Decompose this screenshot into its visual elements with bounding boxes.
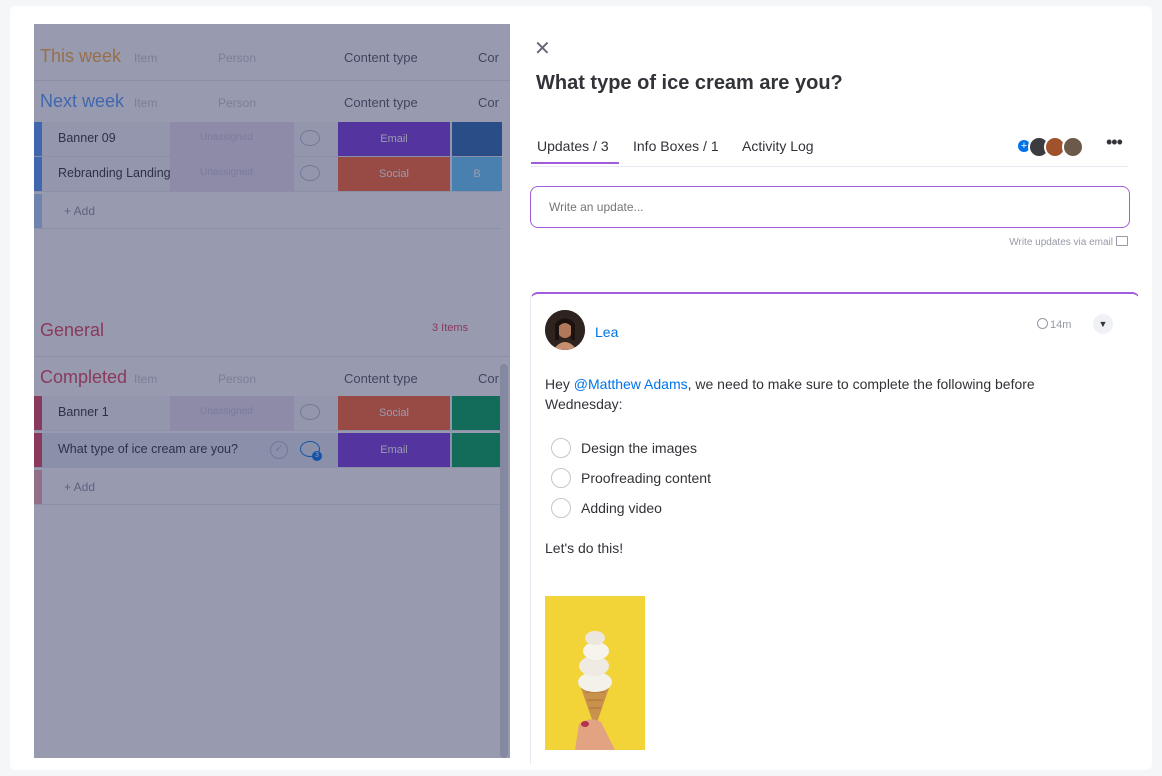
time-label: 14m xyxy=(1050,319,1072,331)
mention-link[interactable]: @Matthew Adams xyxy=(574,376,688,392)
status-cell[interactable]: B xyxy=(452,157,502,191)
item-title[interactable]: What type of ice cream are you? xyxy=(536,72,843,95)
person-label: Unassigned xyxy=(200,167,253,178)
status-cell[interactable] xyxy=(452,396,502,430)
update-count-badge: 3 xyxy=(312,451,322,461)
checkbox[interactable] xyxy=(551,498,571,518)
tab-bar: Updates / 3 Info Boxes / 1 Activity Log … xyxy=(530,128,1128,167)
content-type-tag[interactable]: Social xyxy=(338,396,450,430)
group-color-bar xyxy=(34,122,42,156)
table-row[interactable]: Banner 1 Unassigned Social xyxy=(34,396,502,431)
checklist-label: Adding video xyxy=(581,500,662,516)
person-cell[interactable]: Unassigned xyxy=(170,157,294,191)
chevron-down-icon[interactable]: ▼ xyxy=(1093,314,1113,334)
message-prefix: Hey xyxy=(545,376,574,392)
content-type-tag[interactable]: Email xyxy=(338,433,450,467)
group-color-bar xyxy=(34,157,42,191)
status-cell[interactable] xyxy=(452,122,502,156)
chat-bubble-icon[interactable] xyxy=(300,130,320,146)
group-header-next-week: Next week Item Person Content type Cor xyxy=(34,80,510,121)
checkbox[interactable] xyxy=(551,468,571,488)
column-header-person: Person xyxy=(218,96,257,110)
checklist-label: Design the images xyxy=(581,440,697,456)
group-color-bar xyxy=(34,433,42,467)
chat-bubble-icon[interactable] xyxy=(300,404,320,420)
group-title[interactable]: Completed xyxy=(40,367,127,388)
column-header-content-type: Content type xyxy=(344,371,418,386)
content-type-tag[interactable]: Social xyxy=(338,157,450,191)
closing-text: Let's do this! xyxy=(545,540,624,556)
update-input[interactable] xyxy=(530,186,1130,228)
check-icon[interactable]: ✓ xyxy=(270,441,288,459)
update-post: Lea 14m ▼ Hey @Matthew Adams, we need to… xyxy=(530,292,1138,764)
column-header-person: Person xyxy=(218,372,257,386)
group-items-count: 3 Items xyxy=(432,322,469,334)
avatar[interactable] xyxy=(1062,136,1084,158)
ice-cream-image[interactable] xyxy=(545,596,645,750)
author-name[interactable]: Lea xyxy=(595,324,618,340)
column-header-person: Person xyxy=(218,51,257,65)
board-scrollbar[interactable] xyxy=(500,364,508,758)
tab-updates[interactable]: Updates / 3 xyxy=(531,138,619,164)
envelope-icon xyxy=(1116,236,1128,246)
group-title[interactable]: This week xyxy=(40,46,121,67)
group-header-this-week: This week Item Person Content type Cor xyxy=(34,36,510,76)
person-cell[interactable]: Unassigned xyxy=(170,122,294,156)
column-header-next: Cor xyxy=(478,95,499,110)
item-name[interactable]: Banner 09 xyxy=(58,131,116,145)
item-name[interactable]: What type of ice cream are you? xyxy=(58,442,238,456)
column-header-next: Cor xyxy=(478,371,499,386)
column-header-item: Item xyxy=(134,96,158,110)
write-via-email-label[interactable]: Write updates via email xyxy=(1009,237,1113,248)
person-label: Unassigned xyxy=(200,406,253,417)
add-item-row[interactable]: + Add xyxy=(34,194,500,229)
item-detail-panel: ✕ What type of ice cream are you? Update… xyxy=(518,24,1138,764)
column-header-content-type: Content type xyxy=(344,95,418,110)
post-time: 14m xyxy=(1037,318,1071,331)
close-icon[interactable]: ✕ xyxy=(534,36,551,61)
person-label: Unassigned xyxy=(200,132,253,143)
table-row[interactable]: Banner 09 Unassigned Email xyxy=(34,122,502,157)
add-item-label[interactable]: + Add xyxy=(64,480,95,494)
write-via-email-link[interactable]: Write updates via email xyxy=(530,236,1128,248)
column-header-item: Item xyxy=(134,372,158,386)
checklist-label: Proofreading content xyxy=(581,470,711,486)
column-header-next: Cor xyxy=(478,50,499,65)
board-background: This week Item Person Content type Cor N… xyxy=(34,24,510,758)
checkbox[interactable] xyxy=(551,438,571,458)
tab-activity-log[interactable]: Activity Log xyxy=(742,138,814,154)
group-title[interactable]: General xyxy=(40,320,104,341)
person-cell[interactable]: Unassigned xyxy=(170,396,294,430)
chat-bubble-icon[interactable] xyxy=(300,165,320,181)
group-color-bar xyxy=(34,194,42,228)
column-header-content-type: Content type xyxy=(344,50,418,65)
group-color-bar xyxy=(34,396,42,430)
content-type-tag[interactable]: Email xyxy=(338,122,450,156)
more-options-icon[interactable]: ••• xyxy=(1106,132,1123,153)
group-title[interactable]: Next week xyxy=(40,91,124,112)
add-item-row[interactable]: + Add xyxy=(34,470,500,505)
group-header-completed: Completed Item Person Content type Cor xyxy=(34,356,510,397)
tab-info-boxes[interactable]: Info Boxes / 1 xyxy=(633,138,719,154)
table-row[interactable]: Rebranding Landing Page Unassigned Socia… xyxy=(34,157,502,192)
avatar[interactable] xyxy=(545,310,585,350)
group-color-bar xyxy=(34,470,42,504)
table-row-selected[interactable]: What type of ice cream are you? ✓ 3 Emai… xyxy=(34,433,502,468)
item-name[interactable]: Banner 1 xyxy=(58,405,109,419)
status-cell[interactable] xyxy=(452,433,502,467)
clock-icon xyxy=(1037,318,1048,329)
post-message: Hey @Matthew Adams, we need to make sure… xyxy=(545,374,1085,414)
column-header-item: Item xyxy=(134,51,158,65)
add-item-label[interactable]: + Add xyxy=(64,204,95,218)
